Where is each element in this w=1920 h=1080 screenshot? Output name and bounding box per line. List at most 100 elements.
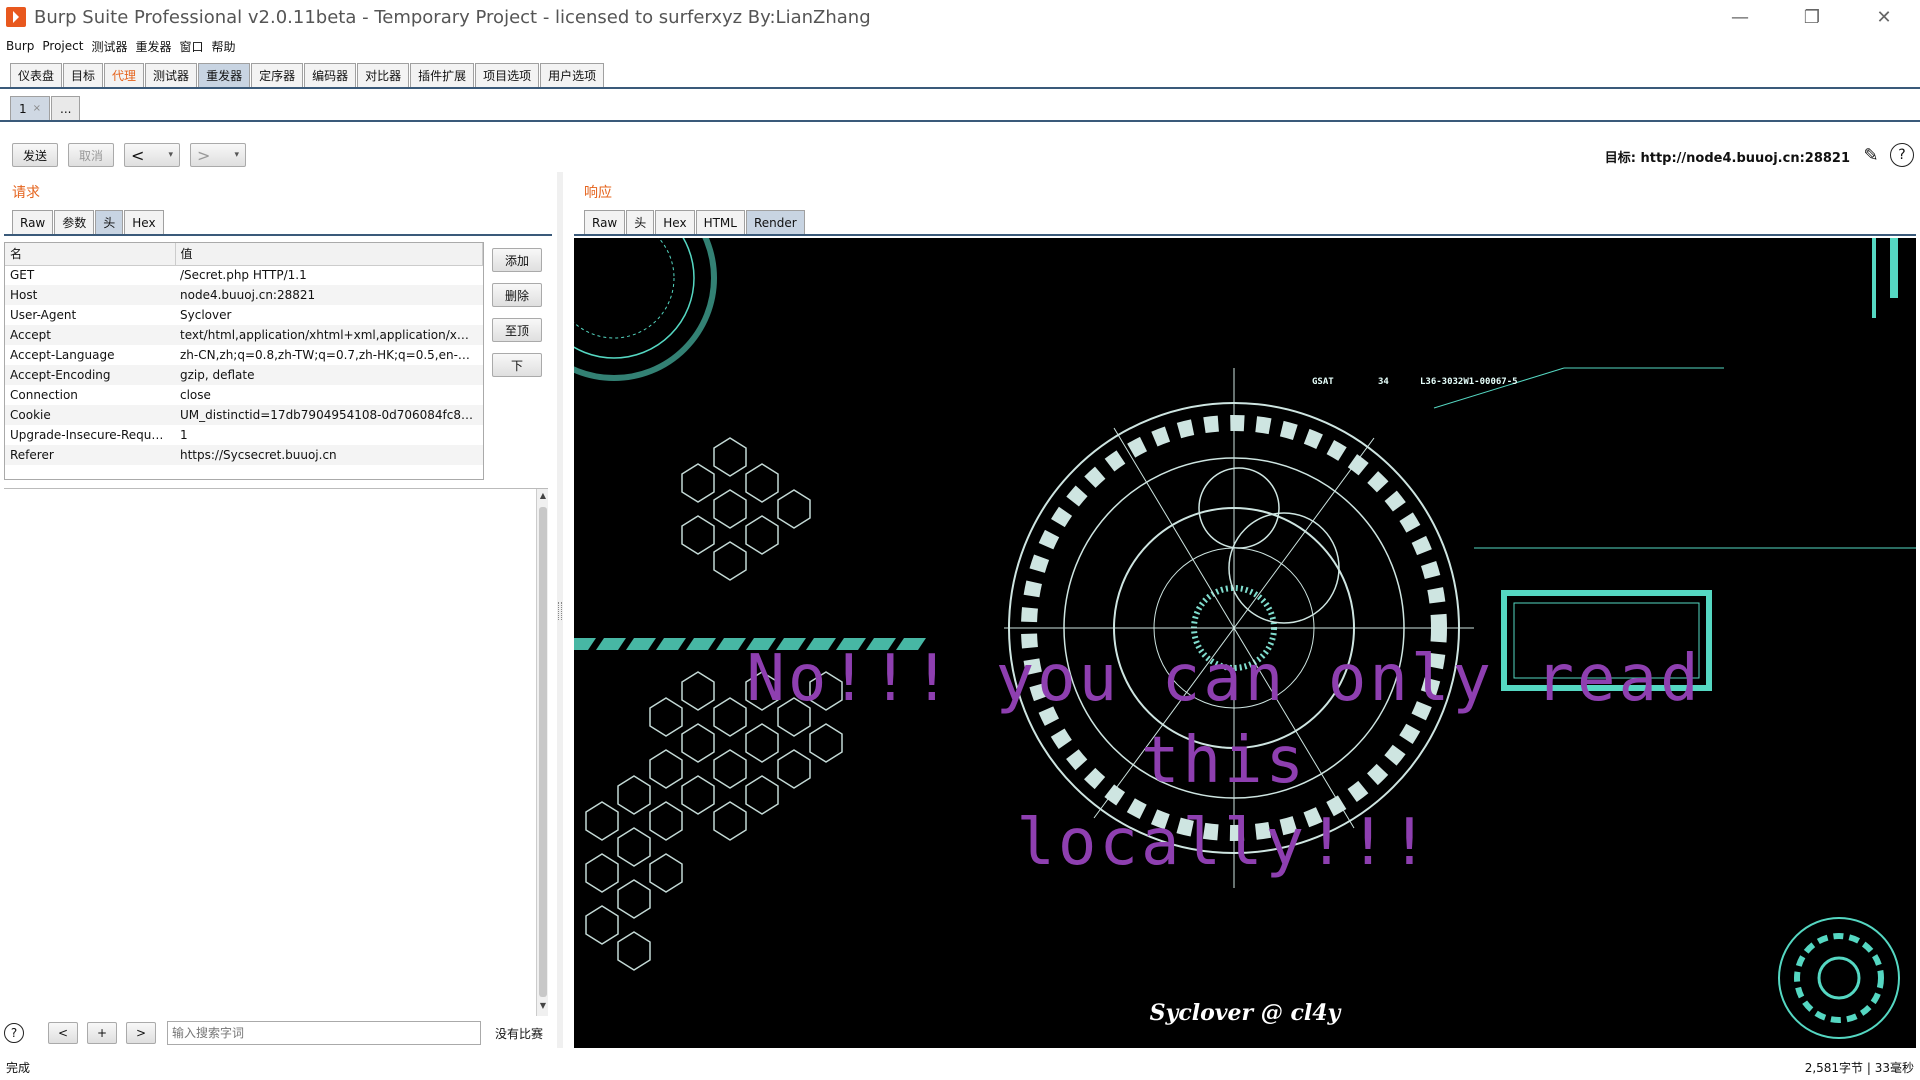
remove-header-button[interactable]: 删除 xyxy=(492,283,542,307)
header-value: 1 xyxy=(180,428,188,442)
tab-user-options[interactable]: 用户选项 xyxy=(540,63,605,87)
search-help-icon[interactable]: ? xyxy=(4,1023,24,1043)
table-row[interactable]: Referer https://Sycsecret.buuoj.cn xyxy=(5,445,483,465)
response-tab-render[interactable]: Render xyxy=(745,210,805,234)
edit-target-icon[interactable]: ✎ xyxy=(1859,143,1883,167)
table-row[interactable]: User-Agent Syclover xyxy=(5,305,483,325)
request-label: 请求 xyxy=(12,185,40,201)
dropdown-icon[interactable]: ▾ xyxy=(235,150,240,160)
cancel-button[interactable]: 取消 xyxy=(68,143,115,167)
render-footer: Syclover @ cl4y xyxy=(1149,1000,1341,1026)
request-tab-hex[interactable]: Hex xyxy=(124,210,164,234)
repeater-tab-1[interactable]: 1 × xyxy=(10,96,51,120)
response-tab-html[interactable]: HTML xyxy=(695,210,745,234)
search-next-button[interactable]: > xyxy=(126,1022,156,1044)
tab-extender[interactable]: 插件扩展 xyxy=(410,63,475,87)
table-row[interactable]: GET/Secret.php HTTP/1.1 xyxy=(5,265,483,285)
header-value: close xyxy=(180,388,211,402)
help-icon[interactable]: ? xyxy=(1890,143,1914,167)
table-row[interactable]: Accept-Language zh-CN,zh;q=0.8,zh-TW;q=0.… xyxy=(5,345,483,365)
search-add-button[interactable]: + xyxy=(87,1022,117,1044)
header-name: Accept xyxy=(5,325,175,345)
table-row[interactable]: Accept text/html,application/xhtml+xml,ap… xyxy=(5,325,483,345)
response-tab-hex[interactable]: Hex xyxy=(655,210,695,234)
header-value: https://Sycsecret.buuoj.cn xyxy=(175,445,483,465)
tab-proxy[interactable]: 代理 xyxy=(104,63,145,87)
tab-project-options[interactable]: 项目选项 xyxy=(475,63,540,87)
window-title: Burp Suite Professional v2.0.11beta - Te… xyxy=(34,6,871,28)
header-name: GET xyxy=(10,268,35,283)
request-body-editor[interactable]: ▲ ▼ xyxy=(4,488,548,1016)
menu-intruder[interactable]: 测试器 xyxy=(91,38,127,55)
rendered-response: GSAT 34 L36-3032W1-00067-5 No!!! you can… xyxy=(574,238,1916,1048)
new-repeater-tab[interactable]: ... xyxy=(51,96,81,120)
hud-text-gsat: GSAT xyxy=(1312,377,1334,387)
header-value: Syclover xyxy=(180,308,232,322)
search-input[interactable] xyxy=(167,1021,481,1045)
tab-target[interactable]: 目标 xyxy=(63,63,104,87)
tab-repeater[interactable]: 重发器 xyxy=(198,63,251,87)
body-scrollbar[interactable]: ▲ ▼ xyxy=(536,489,548,1016)
back-arrow-icon: < xyxy=(131,145,145,165)
request-tab-params[interactable]: 参数 xyxy=(54,210,95,234)
column-header-name[interactable]: 名 xyxy=(5,243,176,266)
restore-button[interactable]: ❐ xyxy=(1776,0,1848,34)
hud-text-34: 34 xyxy=(1378,377,1389,387)
table-row[interactable]: Cookie UM_distinctid=17db7904954108-0d706… xyxy=(5,405,483,425)
request-view-tabs: Raw 参数 头 Hex xyxy=(12,210,165,234)
tab-sequencer[interactable]: 定序器 xyxy=(251,63,304,87)
repeater-tabs: 1 × ... xyxy=(10,96,81,120)
table-row[interactable]: Host node4.buuoj.cn:28821 xyxy=(5,285,483,305)
tabs-divider xyxy=(0,87,1920,89)
subtabs-divider xyxy=(0,120,1920,122)
tab-dashboard[interactable]: 仪表盘 xyxy=(10,63,63,87)
status-bar: 完成 2,581字节 | 33毫秒 xyxy=(0,1054,1920,1080)
column-header-value[interactable]: 值 xyxy=(175,243,483,266)
table-row[interactable]: Accept-Encoding gzip, deflate xyxy=(5,365,483,385)
tab-decoder[interactable]: 编码器 xyxy=(304,63,357,87)
search-prev-button[interactable]: < xyxy=(48,1022,78,1044)
minimize-button[interactable]: — xyxy=(1704,0,1776,34)
menu-project[interactable]: Project xyxy=(42,39,83,53)
tab-intruder[interactable]: 测试器 xyxy=(145,63,198,87)
scroll-up-icon[interactable]: ▲ xyxy=(537,491,549,500)
pane-splitter[interactable] xyxy=(557,172,563,1048)
header-value: /Secret.php HTTP/1.1 xyxy=(180,268,307,283)
menu-help[interactable]: 帮助 xyxy=(212,38,236,55)
response-tab-raw[interactable]: Raw xyxy=(584,210,626,234)
move-down-button[interactable]: 下 xyxy=(492,353,542,377)
repeater-tab-label: 1 xyxy=(19,101,27,116)
header-name: Connection xyxy=(10,388,78,402)
header-name: Cookie xyxy=(5,405,175,425)
scroll-thumb[interactable] xyxy=(539,507,547,997)
render-message-line1: No!!! you can only read this xyxy=(746,642,1702,798)
header-value: gzip, deflate xyxy=(175,365,483,385)
add-header-button[interactable]: 添加 xyxy=(492,248,542,272)
forward-button[interactable]: > ▾ xyxy=(190,143,247,167)
close-tab-icon[interactable]: × xyxy=(33,103,41,114)
splitter-grip[interactable] xyxy=(558,602,562,620)
menu-repeater[interactable]: 重发器 xyxy=(135,38,171,55)
request-tab-raw[interactable]: Raw xyxy=(12,210,54,234)
scroll-down-icon[interactable]: ▼ xyxy=(537,1001,549,1010)
target-label: 目标: http://node4.buuoj.cn:28821 xyxy=(1604,151,1850,166)
table-row[interactable]: Upgrade-Insecure-Reque... 1 xyxy=(5,425,483,445)
request-tabs-divider xyxy=(4,234,552,236)
move-top-button[interactable]: 至顶 xyxy=(492,318,542,342)
headers-table: 名 值 GET/Secret.php HTTP/1.1 Host node4.bu… xyxy=(4,242,484,480)
response-stats: 2,581字节 | 33毫秒 xyxy=(1804,1060,1914,1075)
status-text: 完成 xyxy=(6,1060,31,1075)
header-name: Referer xyxy=(5,445,175,465)
menu-window[interactable]: 窗口 xyxy=(179,38,203,55)
response-tab-headers[interactable]: 头 xyxy=(626,210,655,234)
dropdown-icon[interactable]: ▾ xyxy=(169,150,174,160)
back-button[interactable]: < ▾ xyxy=(124,143,181,167)
menu-burp[interactable]: Burp xyxy=(6,39,34,53)
forward-arrow-icon: > xyxy=(197,145,211,165)
close-button[interactable]: ✕ xyxy=(1848,0,1920,34)
table-row[interactable]: Connection close xyxy=(5,385,483,405)
search-result-text: 没有比赛 xyxy=(495,1026,544,1041)
send-button[interactable]: 发送 xyxy=(12,143,59,167)
request-tab-headers[interactable]: 头 xyxy=(95,210,124,234)
tab-comparer[interactable]: 对比器 xyxy=(357,63,410,87)
